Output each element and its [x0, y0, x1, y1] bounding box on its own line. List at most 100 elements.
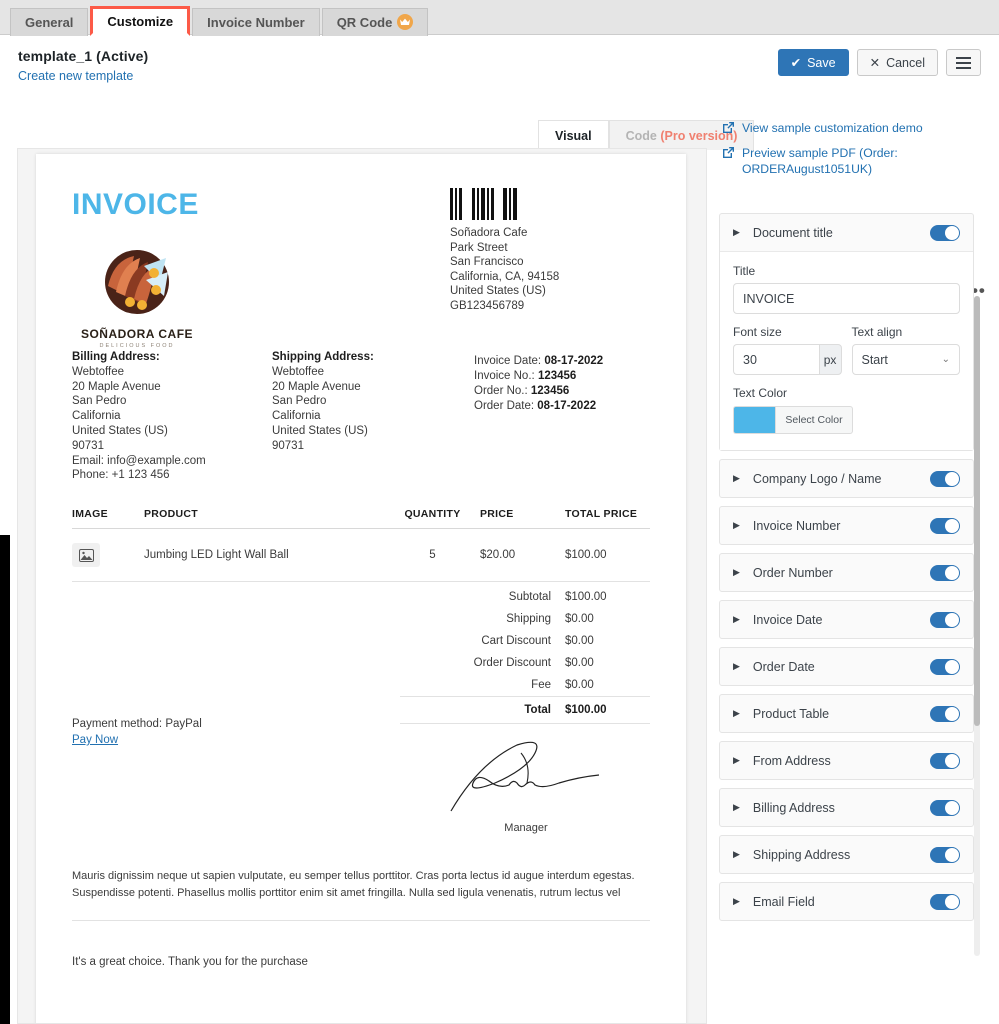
panel-invoice-number-header[interactable]: ▶ Invoice Number: [720, 507, 973, 544]
toggle-from-address[interactable]: [930, 752, 960, 769]
font-size-label: Font size: [733, 325, 782, 339]
toggle-company-logo-name[interactable]: [930, 470, 960, 487]
settings-scrollbar-thumb[interactable]: [974, 296, 980, 726]
shipping-address-line: 90731: [272, 439, 304, 452]
company-logo-name: SOÑADORA CAFE: [80, 327, 194, 341]
panel-company-logo-name-header[interactable]: ▶ Company Logo / Name: [720, 460, 973, 497]
font-size-unit: px: [818, 344, 842, 375]
tab-label: General: [25, 15, 74, 30]
panel-invoice-number-label: Invoice Number: [752, 518, 841, 533]
total-row: Fee $0.00: [400, 674, 650, 696]
shipping-address-block: Shipping Address: Webtoffee 20 Maple Aven…: [272, 350, 462, 454]
panel-document-title-header[interactable]: ▶ Document title: [720, 214, 973, 251]
total-row-value: $0.00: [565, 679, 594, 691]
external-link-icon: [723, 122, 734, 133]
panel-email-field-header[interactable]: ▶ Email Field: [720, 883, 973, 920]
from-address-line: San Francisco: [450, 256, 524, 268]
panel-billing-address-label: Billing Address: [752, 800, 835, 815]
total-row-value: $100.00: [565, 591, 607, 603]
total-row-value: $0.00: [565, 657, 594, 669]
invoice-meta-line: Invoice Date: 08-17-2022: [474, 354, 603, 369]
panel-invoice-date-header[interactable]: ▶ Invoice Date: [720, 601, 973, 638]
settings-scrollbar[interactable]: [974, 296, 980, 956]
panel-from-address-label: From Address: [752, 753, 831, 768]
product-table-column-header: QUANTITY: [385, 502, 480, 529]
invoice-preview-panel: INVOICE SOÑADORA CAFE DELICIOUS FOOD Soñ…: [17, 148, 707, 1024]
toggle-invoice-date[interactable]: [930, 611, 960, 628]
total-row-label: Shipping: [506, 613, 551, 625]
panel-invoice-number: ▶ Invoice Number: [719, 506, 974, 545]
total-row-value: $0.00: [565, 635, 594, 647]
panel-from-address-header[interactable]: ▶ From Address: [720, 742, 973, 779]
select-color-button[interactable]: Select Color: [775, 406, 853, 434]
table-row: Jumbing LED Light Wall Ball 5 $20.00 $100.0…: [72, 528, 650, 582]
title-input[interactable]: [733, 283, 960, 314]
tab-customize[interactable]: Customize: [90, 6, 191, 36]
image-placeholder-icon: [72, 543, 100, 567]
billing-address-block: Billing Address: Webtoffee 20 Maple Avenu…: [72, 350, 262, 483]
payment-method-text: Payment method: PayPal: [72, 718, 202, 730]
toggle-billing-address[interactable]: [930, 799, 960, 816]
panel-invoice-date: ▶ Invoice Date: [719, 600, 974, 639]
invoice-meta-value: 123456: [530, 385, 570, 397]
pay-now-link[interactable]: Pay Now: [72, 732, 118, 748]
invoice-meta-value: 08-17-2022: [537, 400, 597, 412]
toggle-email-field[interactable]: [930, 893, 960, 910]
barcode-icon: [450, 188, 650, 220]
panel-company-logo-name-label: Company Logo / Name: [752, 471, 882, 486]
save-button[interactable]: ✔ Save: [777, 49, 849, 76]
settings-panel: ▶ Document title Title Font size px: [719, 213, 981, 965]
invoice-meta-label: Invoice No.:: [474, 370, 535, 382]
panel-shipping-address-header[interactable]: ▶ Shipping Address: [720, 836, 973, 873]
invoice-document: INVOICE SOÑADORA CAFE DELICIOUS FOOD Soñ…: [36, 154, 686, 1023]
toggle-product-table[interactable]: [930, 705, 960, 722]
font-size-input[interactable]: [733, 344, 819, 375]
panel-email-field-label: Email Field: [752, 894, 815, 909]
text-align-select[interactable]: Start ⌄: [851, 344, 960, 375]
invoice-meta-value: 123456: [537, 370, 577, 382]
toggle-order-number[interactable]: [930, 564, 960, 581]
color-swatch[interactable]: [733, 406, 775, 434]
toggle-order-date[interactable]: [930, 658, 960, 675]
view-demo-link[interactable]: View sample customization demo: [722, 120, 987, 136]
text-color-picker[interactable]: Select Color: [733, 406, 853, 434]
product-table: IMAGE PRODUCT QUANTITY PRICE TOTAL PRICE Jum…: [72, 502, 650, 582]
tab-visual[interactable]: Visual: [538, 120, 609, 150]
create-new-template-link[interactable]: Create new template: [18, 69, 133, 83]
toggle-document-title[interactable]: [930, 224, 960, 241]
tab-general[interactable]: General: [10, 8, 89, 36]
panel-product-table-header[interactable]: ▶ Product Table: [720, 695, 973, 732]
panel-order-number-header[interactable]: ▶ Order Number: [720, 554, 973, 591]
grand-total-value: $100.00: [565, 704, 607, 716]
total-row: Subtotal $100.00: [400, 586, 650, 608]
toggle-invoice-number[interactable]: [930, 517, 960, 534]
payment-section: Payment method: PayPal Pay Now: [72, 716, 202, 748]
panel-company-logo-name: ▶ Company Logo / Name: [719, 459, 974, 498]
cancel-button-label: Cancel: [886, 55, 925, 70]
signature-block: Manager: [436, 739, 616, 834]
tab-qr-code[interactable]: QR Code: [321, 8, 429, 36]
billing-address-heading: Billing Address:: [72, 351, 160, 363]
shipping-address-line: California: [272, 410, 321, 423]
billing-address-line: 20 Maple Avenue: [72, 380, 161, 393]
cancel-button[interactable]: ✕ Cancel: [856, 49, 938, 76]
total-row: Shipping $0.00: [400, 608, 650, 630]
content-area: Visual Code (Pro version) INVOICE SOÑADO…: [0, 98, 999, 1024]
tab-label: QR Code: [336, 15, 393, 30]
product-table-header-row: IMAGE PRODUCT QUANTITY PRICE TOTAL PRICE: [72, 502, 650, 529]
grand-total-row: Total $100.00: [400, 696, 650, 724]
toggle-shipping-address[interactable]: [930, 846, 960, 863]
shipping-address-line: San Pedro: [272, 395, 327, 408]
preview-pdf-link[interactable]: Preview sample PDF (Order: ORDERAugust10…: [722, 145, 987, 177]
panel-billing-address: ▶ Billing Address: [719, 788, 974, 827]
product-table-column-header: IMAGE: [72, 502, 144, 529]
panel-billing-address-header[interactable]: ▶ Billing Address: [720, 789, 973, 826]
caret-right-icon: ▶: [733, 896, 740, 906]
overflow-menu-button[interactable]: [946, 49, 981, 76]
invoice-meta-value: 08-17-2022: [544, 355, 604, 367]
invoice-meta-line: Order No.: 123456: [474, 384, 603, 399]
tab-invoice-number[interactable]: Invoice Number: [192, 8, 320, 36]
panel-order-date-header[interactable]: ▶ Order Date: [720, 648, 973, 685]
external-link-icon: [723, 147, 734, 158]
caret-right-icon: ▶: [733, 520, 740, 530]
